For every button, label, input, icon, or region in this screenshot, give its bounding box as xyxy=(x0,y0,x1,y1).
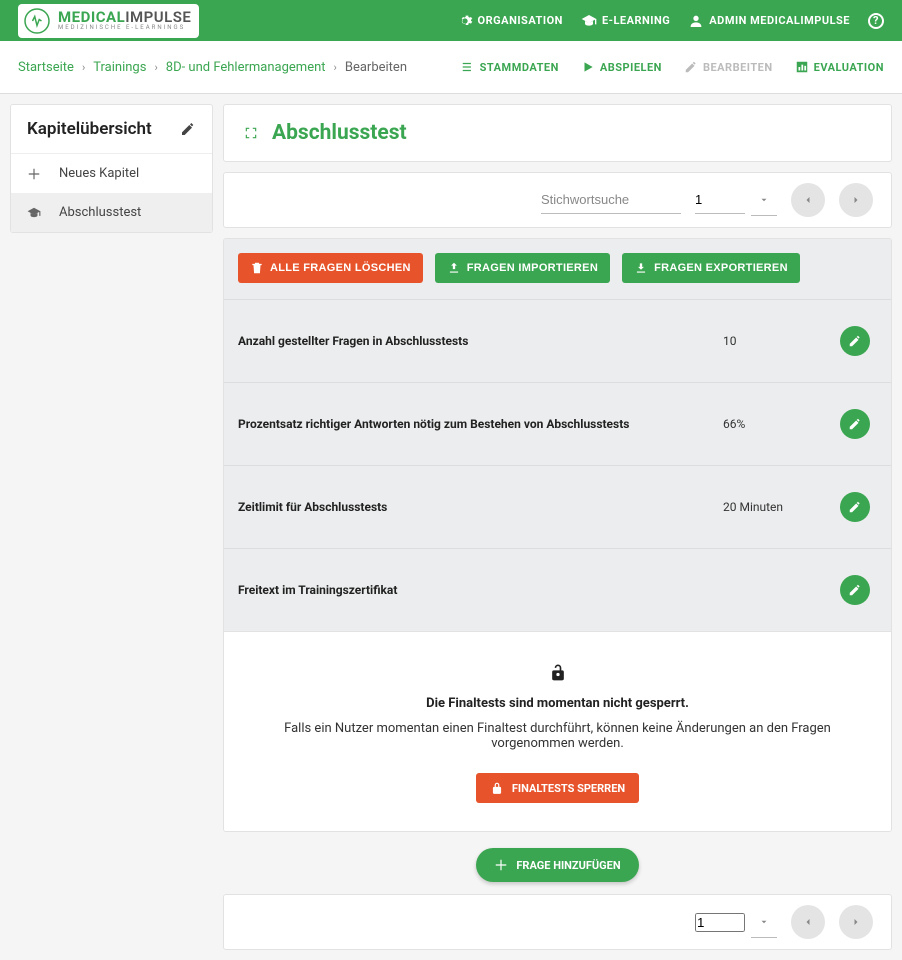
download-icon xyxy=(634,261,648,275)
user-icon xyxy=(688,13,704,29)
lock-finaltests-button[interactable]: FINALTESTS SPERREN xyxy=(476,773,639,803)
breadcrumb-home[interactable]: Startseite xyxy=(18,60,74,75)
sidebar-title: Kapitelübersicht xyxy=(27,119,152,139)
setting-label: Anzahl gestellter Fragen in Abschlusstes… xyxy=(238,334,723,348)
chevron-right-icon: › xyxy=(82,61,85,74)
chevron-left-icon xyxy=(802,194,814,206)
chevron-right-icon: › xyxy=(334,61,337,74)
breadcrumb-current: Bearbeiten xyxy=(345,60,407,75)
add-question-button[interactable]: FRAGE HINZUFÜGEN xyxy=(476,848,638,882)
sidebar-item-abschlusstest[interactable]: Abschlusstest xyxy=(11,193,212,232)
breadcrumb-topic[interactable]: 8D- und Fehlermanagement xyxy=(166,60,326,75)
edit-button[interactable] xyxy=(840,492,870,522)
logo-icon xyxy=(22,6,52,36)
page-prev-top[interactable] xyxy=(791,183,825,217)
fullscreen-icon[interactable] xyxy=(244,126,258,140)
chevron-right-icon: › xyxy=(154,61,157,74)
setting-row-question-count: Anzahl gestellter Fragen in Abschlusstes… xyxy=(224,299,891,382)
edit-button[interactable] xyxy=(840,326,870,356)
edit-button[interactable] xyxy=(840,409,870,439)
page-prev-bottom[interactable] xyxy=(791,905,825,939)
pencil-icon xyxy=(848,417,862,431)
nav-organisation[interactable]: ORGANISATION xyxy=(457,13,563,29)
setting-row-pass-percent: Prozentsatz richtiger Antworten nötig zu… xyxy=(224,382,891,465)
graduation-icon xyxy=(581,13,597,29)
pencil-icon xyxy=(848,500,862,514)
setting-label: Freitext im Trainingszertifikat xyxy=(238,583,723,597)
pencil-icon xyxy=(848,583,862,597)
lock-icon xyxy=(490,781,504,795)
logo-text: MEDICALIMPULSE xyxy=(58,10,191,25)
sidebar-item-label: Neues Kapitel xyxy=(59,166,139,181)
setting-label: Prozentsatz richtiger Antworten nötig zu… xyxy=(238,417,723,431)
nav-admin[interactable]: ADMIN MEDICALIMPULSE xyxy=(688,13,850,29)
delete-all-questions-button[interactable]: ALLE FRAGEN LÖSCHEN xyxy=(238,253,423,283)
chevron-down-icon xyxy=(759,195,769,205)
plus-icon xyxy=(27,167,41,181)
trash-icon xyxy=(250,261,264,275)
tab-evaluation[interactable]: EVALUATION xyxy=(795,60,884,74)
tab-stammdaten[interactable]: STAMMDATEN xyxy=(461,60,559,74)
page-next-top[interactable] xyxy=(839,183,873,217)
chevron-right-icon xyxy=(850,194,862,206)
setting-row-timelimit: Zeitlimit für Abschlusstests 20 Minuten xyxy=(224,465,891,548)
edit-button[interactable] xyxy=(840,575,870,605)
plus-icon xyxy=(494,858,508,872)
setting-value: 66% xyxy=(723,417,833,431)
page-input-bottom[interactable] xyxy=(695,913,745,932)
page-select-bottom[interactable] xyxy=(751,906,777,938)
setting-value: 10 xyxy=(723,334,833,348)
chevron-left-icon xyxy=(802,916,814,928)
list-icon xyxy=(461,60,475,74)
import-questions-button[interactable]: FRAGEN IMPORTIEREN xyxy=(435,253,610,283)
breadcrumb-trainings[interactable]: Trainings xyxy=(93,60,146,75)
tab-bearbeiten[interactable]: BEARBEITEN xyxy=(684,60,773,74)
page-select-top[interactable] xyxy=(751,184,777,216)
breadcrumb: Startseite › Trainings › 8D- und Fehlerm… xyxy=(18,60,407,75)
chevron-right-icon xyxy=(850,916,862,928)
nav-elearning[interactable]: E-LEARNING xyxy=(581,13,670,29)
lock-description: Falls ein Nutzer momentan einen Finaltes… xyxy=(254,721,861,751)
page-input-top[interactable] xyxy=(695,186,745,214)
tab-abspielen[interactable]: ABSPIELEN xyxy=(581,60,662,74)
pencil-icon xyxy=(848,334,862,348)
pencil-icon xyxy=(684,60,698,74)
page-title: Abschlusstest xyxy=(272,121,407,145)
search-input[interactable] xyxy=(541,186,681,214)
play-icon xyxy=(581,60,595,74)
page-next-bottom[interactable] xyxy=(839,905,873,939)
upload-icon xyxy=(447,261,461,275)
pencil-icon[interactable] xyxy=(180,121,196,137)
logo[interactable]: MEDICALIMPULSE MEDIZINISCHE E-LEARNINGS xyxy=(18,4,199,38)
sidebar-item-new-chapter[interactable]: Neues Kapitel xyxy=(11,154,212,193)
setting-label: Zeitlimit für Abschlusstests xyxy=(238,500,723,514)
chevron-down-icon xyxy=(759,917,769,927)
graduation-icon xyxy=(27,206,41,220)
logo-subtext: MEDIZINISCHE E-LEARNINGS xyxy=(58,25,191,31)
unlock-icon xyxy=(548,662,568,686)
chart-icon xyxy=(795,60,809,74)
sidebar-item-label: Abschlusstest xyxy=(59,205,141,220)
lock-heading: Die Finaltests sind momentan nicht gespe… xyxy=(254,696,861,711)
export-questions-button[interactable]: FRAGEN EXPORTIEREN xyxy=(622,253,800,283)
gear-icon xyxy=(457,13,473,29)
help-icon[interactable]: ? xyxy=(868,13,884,29)
setting-value: 20 Minuten xyxy=(723,500,833,514)
setting-row-freetext: Freitext im Trainingszertifikat xyxy=(224,548,891,631)
